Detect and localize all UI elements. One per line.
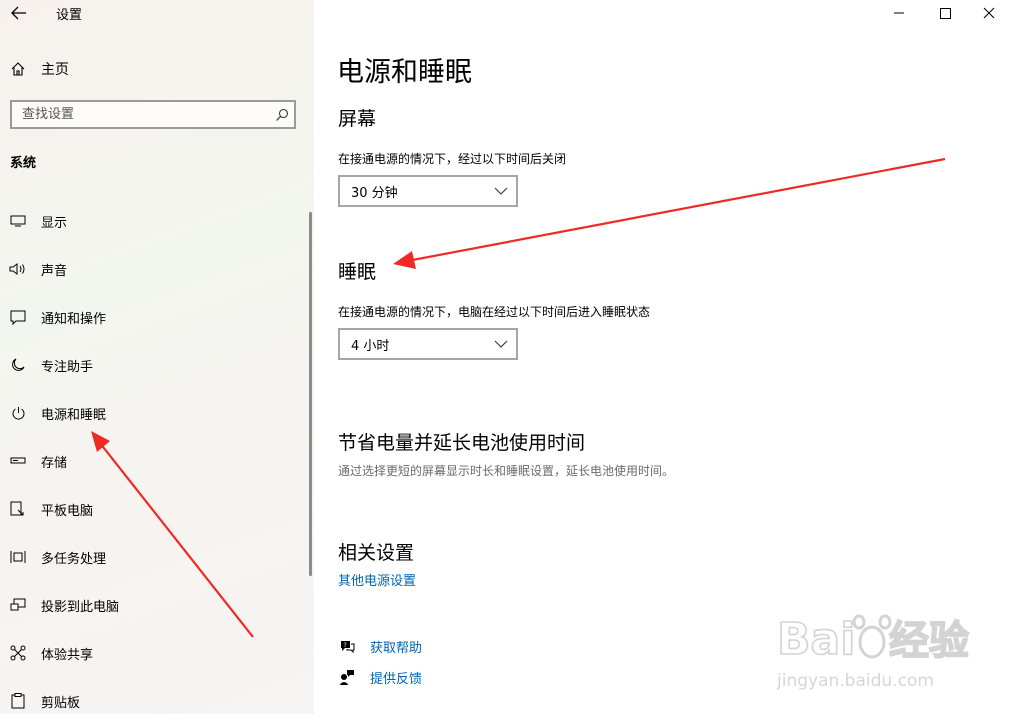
sleep-heading: 睡眠 [338,261,377,283]
sidebar-item-clipboard[interactable]: 剪贴板 [0,681,310,721]
sidebar-item-shared-experiences[interactable]: 体验共享 [0,633,310,673]
minimize-button[interactable] [876,0,922,26]
home-label: 主页 [41,62,69,78]
window-title: 设置 [56,8,83,23]
section-title: 系统 [10,156,37,171]
sidebar-item-sound[interactable]: 声音 [0,249,310,289]
maximize-icon [939,7,951,19]
close-icon [983,7,995,19]
minimize-icon [894,12,904,14]
sidebar-home[interactable]: 主页 [0,52,314,86]
sidebar-item-label: 通知和操作 [41,311,107,327]
sidebar: 设置 主页 系统 显示 声音 通知和操作 专注助手 电源和睡眠 存储 平板 [0,0,314,714]
sidebar-item-storage[interactable]: 存储 [0,441,310,481]
sidebar-item-label: 存储 [41,455,68,471]
sidebar-item-project[interactable]: 投影到此电脑 [0,585,310,625]
close-button[interactable] [966,0,1011,26]
sleep-description: 在接通电源的情况下，电脑在经过以下时间后进入睡眠状态 [338,305,651,319]
watermark-url: jingyan.baidu.com [776,671,934,691]
give-feedback-link[interactable]: 提供反馈 [338,666,422,688]
tablet-icon [9,501,27,517]
search-box[interactable] [10,100,296,129]
sidebar-item-label: 体验共享 [41,647,94,663]
screen-timeout-dropdown[interactable]: 30 分钟 [338,175,518,207]
sidebar-item-multitasking[interactable]: 多任务处理 [0,537,310,577]
get-help-label: 获取帮助 [370,640,423,656]
sidebar-item-display[interactable]: 显示 [0,201,310,241]
sidebar-item-label: 平板电脑 [41,503,94,519]
multitask-icon [9,550,27,564]
additional-power-settings-link[interactable]: 其他电源设置 [338,570,416,589]
give-feedback-label: 提供反馈 [370,671,423,687]
sidebar-item-label: 声音 [41,263,68,279]
screen-heading: 屏幕 [338,108,377,130]
maximize-button[interactable] [922,0,968,26]
notification-icon [9,310,27,325]
sidebar-item-label: 显示 [41,215,68,231]
sidebar-scrollbar[interactable] [309,212,312,576]
power-icon [9,406,27,421]
search-input[interactable] [12,101,270,128]
sidebar-item-notifications[interactable]: 通知和操作 [0,297,310,337]
back-arrow-icon [11,6,26,20]
sidebar-item-label: 多任务处理 [41,551,107,567]
chevron-down-icon [486,340,516,348]
speaker-icon [9,262,27,276]
sidebar-item-label: 电源和睡眠 [41,407,107,423]
project-icon [9,598,27,612]
sidebar-item-label: 剪贴板 [41,695,81,711]
save-power-description: 通过选择更短的屏幕显示时长和睡眠设置，延长电池使用时间。 [338,464,675,478]
chevron-down-icon [486,187,516,195]
back-button[interactable] [8,0,30,26]
related-settings-heading: 相关设置 [338,542,415,564]
screen-description: 在接通电源的情况下，经过以下时间后关闭 [338,152,567,166]
home-icon [9,61,27,77]
feedback-icon [338,669,356,685]
page-title: 电源和睡眠 [337,57,472,88]
search-icon[interactable] [270,108,294,122]
watermark-brand-text: Bai [777,614,855,665]
baidu-jingyan-watermark: Bai 经验 jingyan.baidu.com [776,613,970,691]
sidebar-item-label: 投影到此电脑 [41,599,120,615]
sidebar-item-focus-assist[interactable]: 专注助手 [0,345,310,385]
sidebar-item-label: 专注助手 [41,359,94,375]
help-chat-icon: ? [338,639,356,654]
screen-timeout-value: 30 分钟 [351,185,398,201]
share-icon [9,645,27,661]
svg-text:?: ? [343,642,346,649]
moon-icon [9,358,27,372]
sidebar-item-power-sleep[interactable]: 电源和睡眠 [0,393,310,433]
clipboard-icon [9,693,27,709]
display-icon [9,215,27,227]
storage-icon [9,457,27,465]
save-power-heading: 节省电量并延长电池使用时间 [338,432,586,454]
sleep-timeout-value: 4 小时 [351,338,390,354]
sidebar-item-tablet[interactable]: 平板电脑 [0,489,310,529]
svg-text:经验: 经验 [889,618,969,664]
get-help-link[interactable]: ? 获取帮助 [338,635,422,657]
sleep-timeout-dropdown[interactable]: 4 小时 [338,328,518,360]
